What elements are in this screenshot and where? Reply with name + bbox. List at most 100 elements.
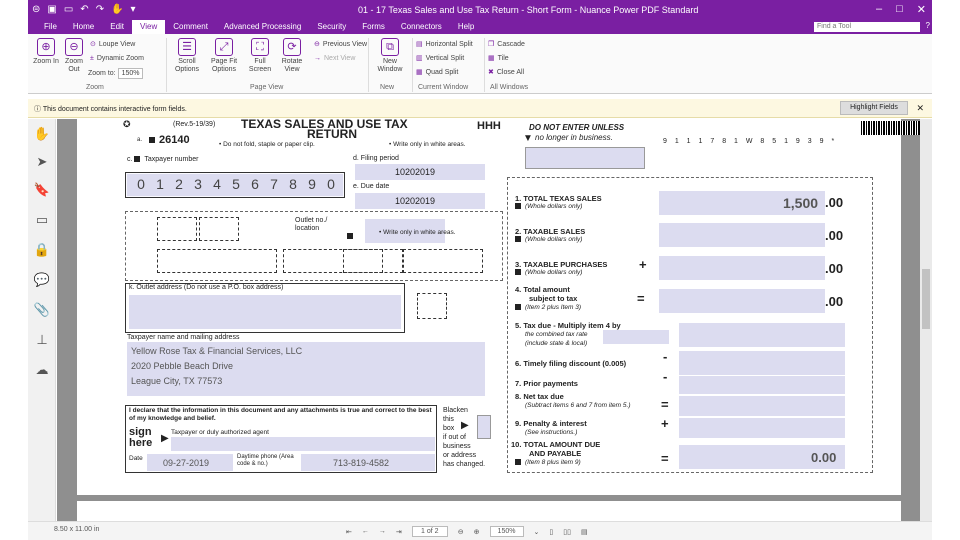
line7-minus: - xyxy=(663,369,668,384)
cloud-icon[interactable]: ☁ xyxy=(33,361,51,379)
line8-equals: = xyxy=(661,397,669,412)
horizontal-split-button[interactable]: ▤ Horizontal Split xyxy=(416,40,473,49)
document-area[interactable]: ✪ (Rev.5-19/39) TEXAS SALES AND USE TAX … xyxy=(57,119,920,521)
out-of-business-date-field[interactable] xyxy=(525,147,645,169)
line6-field[interactable] xyxy=(679,351,845,375)
tab-view[interactable]: View xyxy=(132,20,166,34)
tab-file[interactable]: File xyxy=(36,20,65,34)
outlet-address-field[interactable] xyxy=(129,295,401,329)
zoom-in-button[interactable]: ⊕ Zoom In xyxy=(32,38,60,66)
zoom-value-select[interactable]: 150% xyxy=(117,68,144,79)
tab-security[interactable]: Security xyxy=(309,20,354,34)
daytime-phone-label: Daytime phone (Area code & no.) xyxy=(237,454,294,467)
scroll-options-button[interactable]: ☰ Scroll Options xyxy=(170,38,204,74)
vertical-scrollbar[interactable] xyxy=(920,119,932,521)
line5-field[interactable] xyxy=(679,323,845,347)
zoom-out-status-icon[interactable]: ⊖ xyxy=(458,528,464,536)
lock-icon[interactable]: 🔒 xyxy=(33,241,51,259)
page-fit-options-button[interactable]: ⤢ Page Fit Options xyxy=(206,38,242,74)
vertical-split-button[interactable]: ▥ Vertical Split xyxy=(416,54,464,63)
help-icon[interactable]: ? xyxy=(926,21,930,30)
zoom-out-icon: ⊖ xyxy=(65,38,83,56)
form-title-line2: RETURN xyxy=(307,127,357,141)
prev-page-icon[interactable]: ← xyxy=(362,528,369,535)
scrollbar-thumb[interactable] xyxy=(922,269,930,329)
close-window-icon[interactable]: ✕ xyxy=(917,3,926,16)
sign-arrow-icon: ▶ xyxy=(161,433,169,444)
close-infobar-icon[interactable]: ✕ xyxy=(916,103,924,114)
outlet-address-label: k. Outlet address (Do not use a P.O. box… xyxy=(129,284,284,291)
line7-field[interactable] xyxy=(679,376,845,394)
signature-field[interactable] xyxy=(171,437,435,451)
single-page-icon[interactable]: ▯ xyxy=(549,528,553,536)
dynamic-zoom-button[interactable]: ± Dynamic Zoom xyxy=(90,54,144,63)
full-screen-button[interactable]: ⛶ Full Screen xyxy=(244,38,276,74)
out-of-business-checkbox[interactable] xyxy=(477,415,491,439)
line8-field[interactable] xyxy=(679,396,845,416)
first-page-icon[interactable]: ⇤ xyxy=(346,528,352,536)
hand-tool-icon[interactable]: ✋ xyxy=(111,4,123,15)
line3-cents: .00 xyxy=(825,261,844,276)
redo-icon[interactable]: ↷ xyxy=(96,4,104,15)
previous-view-button[interactable]: ⊖ Previous View xyxy=(314,40,367,49)
tab-connectors[interactable]: Connectors xyxy=(393,20,450,34)
taxpayer-digit: 2 xyxy=(175,176,183,192)
find-tool-input[interactable]: Find a Tool xyxy=(814,22,920,32)
pages-icon[interactable]: ▭ xyxy=(33,211,51,229)
menu-bar: File Home Edit View Comment Advanced Pro… xyxy=(28,20,932,34)
next-view-button[interactable]: → Next View xyxy=(314,54,355,63)
hand-icon[interactable]: ✋ xyxy=(33,125,51,143)
undo-icon[interactable]: ↶ xyxy=(80,4,88,15)
zoom-out-button[interactable]: ⊖ Zoom Out xyxy=(60,38,88,74)
pdf-page: ✪ (Rev.5-19/39) TEXAS SALES AND USE TAX … xyxy=(77,119,920,495)
quad-split-button[interactable]: ▦ Quad Split xyxy=(416,68,458,77)
comments-icon[interactable]: 💬 xyxy=(33,271,51,289)
info-message: ⓘ This document contains interactive for… xyxy=(34,106,187,113)
new-window-icon: ⧉ xyxy=(381,38,399,56)
last-page-icon[interactable]: ⇥ xyxy=(396,528,402,536)
line10-title: 10. TOTAL AMOUNT DUE xyxy=(511,440,601,449)
close-all-button[interactable]: ✖ Close All xyxy=(488,68,524,77)
zoom-in-status-icon[interactable]: ⊕ xyxy=(474,528,480,536)
line9-field[interactable] xyxy=(679,418,845,438)
line3-field[interactable] xyxy=(659,256,825,280)
tile-button[interactable]: ▦ Tile xyxy=(488,54,509,63)
tab-edit[interactable]: Edit xyxy=(102,20,132,34)
qat-dropdown-icon[interactable]: ▾ xyxy=(131,4,136,15)
tab-home[interactable]: Home xyxy=(65,20,102,34)
blacken-arrow-icon: ▶ xyxy=(461,420,469,431)
cascade-button[interactable]: ❐ Cascade xyxy=(488,40,525,49)
mailing-line-1: Yellow Rose Tax & Financial Services, LL… xyxy=(131,346,303,356)
line1-value: 1,500 xyxy=(783,195,819,211)
tab-help[interactable]: Help xyxy=(450,20,482,34)
new-window-button[interactable]: ⧉ New Window xyxy=(372,38,408,74)
zoom-level-select[interactable]: 150% xyxy=(489,526,524,537)
line4-field[interactable] xyxy=(659,289,825,313)
blacken-line: has changed. xyxy=(443,461,486,468)
zoom-dropdown-icon[interactable]: ⌄ xyxy=(534,528,540,536)
tab-forms[interactable]: Forms xyxy=(354,20,393,34)
next-page-icon[interactable]: → xyxy=(379,528,386,535)
tab-advanced-processing[interactable]: Advanced Processing xyxy=(216,20,309,34)
line7-title: 7. Prior payments xyxy=(515,379,578,388)
save-icon[interactable]: ▣ xyxy=(47,4,56,15)
loupe-view-button[interactable]: ⊙ Loupe View xyxy=(90,40,135,49)
line2-field[interactable] xyxy=(659,223,825,247)
attachments-icon[interactable]: 📎 xyxy=(33,301,51,319)
line3-sub: (Whole dollars only) xyxy=(515,269,582,276)
zoom-to-control[interactable]: Zoom to: 150% xyxy=(88,68,144,79)
tab-comment[interactable]: Comment xyxy=(165,20,216,34)
select-arrow-icon[interactable]: ➤ xyxy=(33,153,51,171)
rotate-view-button[interactable]: ⟳ Rotate View xyxy=(276,38,308,74)
highlight-fields-button[interactable]: Highlight Fields xyxy=(840,101,908,115)
maximize-icon[interactable]: □ xyxy=(896,3,903,16)
bookmarks-icon[interactable]: 🔖 xyxy=(33,181,51,199)
taxpayer-digit: 5 xyxy=(232,176,240,192)
minimize-icon[interactable]: – xyxy=(876,3,882,16)
stamp-icon[interactable]: ⊥ xyxy=(33,331,51,349)
tax-rate-field[interactable] xyxy=(603,330,669,344)
page-number-input[interactable]: 1 of 2 xyxy=(411,526,448,537)
folder-icon[interactable]: ▭ xyxy=(64,4,73,15)
two-page-icon[interactable]: ▯▯ xyxy=(563,528,571,536)
continuous-icon[interactable]: ▤ xyxy=(581,528,588,536)
